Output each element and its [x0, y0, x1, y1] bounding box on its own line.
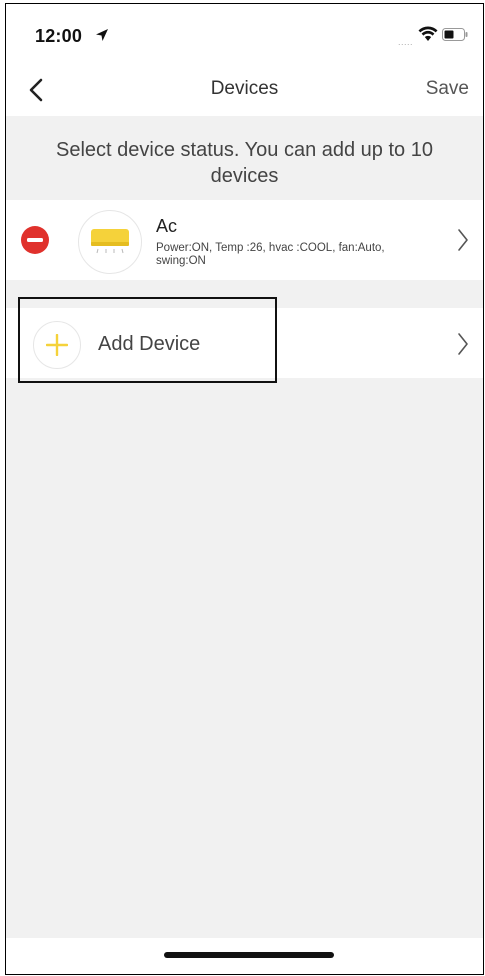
device-status: Power:ON, Temp :26, hvac :COOL, fan:Auto…: [156, 242, 385, 267]
wifi-icon: [418, 26, 438, 41]
page-title: Devices: [210, 78, 279, 99]
device-limit-hint: Select device status. You can add up to …: [56, 139, 433, 187]
device-row[interactable]: Ac Power:ON, Temp :26, hvac :COOL, fan:A…: [6, 200, 483, 280]
bottom-bar: [6, 938, 483, 974]
device-name: Ac: [156, 216, 178, 236]
status-bar: 12:00 .....: [6, 4, 483, 62]
add-device-button[interactable]: Add Device: [6, 308, 483, 378]
add-device-label: Add Device: [98, 333, 201, 355]
save-button[interactable]: Save: [426, 78, 469, 100]
phone-screen: 12:00 ..... Devices Save Select device s…: [5, 3, 484, 975]
remove-device-icon[interactable]: [20, 225, 50, 255]
location-arrow-icon: [96, 29, 108, 41]
battery-icon: [442, 28, 468, 41]
chevron-right-icon: [458, 229, 468, 251]
plus-icon: [33, 321, 81, 369]
navigation-bar: Devices Save: [6, 62, 483, 116]
status-time: 12:00: [35, 26, 83, 46]
chevron-right-icon: [458, 333, 468, 355]
signal-icon: .....: [398, 37, 414, 47]
air-conditioner-icon: [78, 210, 142, 274]
home-indicator[interactable]: [164, 952, 334, 958]
